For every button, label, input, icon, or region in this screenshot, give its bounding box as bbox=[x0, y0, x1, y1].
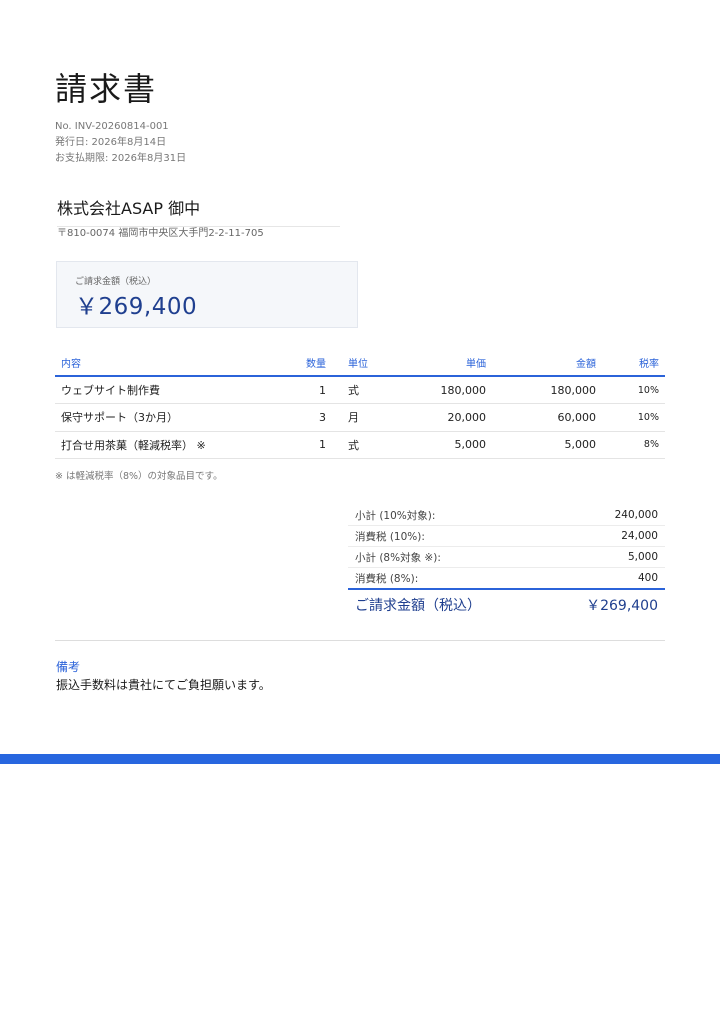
summary-value: 5,000 bbox=[627, 551, 658, 563]
row-quantity: 1 bbox=[290, 431, 332, 459]
summary-label: 消費税 (10%): bbox=[355, 530, 425, 543]
row-amount: 5,000 bbox=[492, 431, 602, 459]
summary-row: 小計 (8%対象 ※): 5,000 bbox=[348, 547, 665, 568]
items-table: 内容 数量 単位 単価 金額 税率 ウェブサイト制作費 1 式 180,000 … bbox=[55, 350, 665, 459]
summary-value: 24,000 bbox=[621, 530, 658, 542]
row-quantity: 3 bbox=[290, 403, 332, 432]
row-description: 打合せ用茶菓（軽減税率） ※ bbox=[55, 431, 290, 459]
summary-row: 小計 (10%対象): 240,000 bbox=[348, 505, 665, 526]
row-unit: 式 bbox=[332, 376, 392, 404]
row-amount: 60,000 bbox=[492, 403, 602, 432]
summary-row: 消費税 (10%): 24,000 bbox=[348, 526, 665, 547]
row-tax-rate: 10% bbox=[602, 403, 665, 432]
row-tax-rate: 8% bbox=[602, 431, 665, 459]
summary-table: 小計 (10%対象): 240,000 消費税 (10%): 24,000 小計… bbox=[348, 505, 665, 619]
row-description: ウェブサイト制作費 bbox=[55, 376, 290, 404]
recipient-name: 株式会社ASAP 御中 bbox=[57, 195, 340, 227]
row-unit-price: 5,000 bbox=[392, 431, 492, 459]
table-row: 保守サポート（3か月） 3 月 20,000 60,000 10% bbox=[55, 403, 665, 432]
row-unit-price: 180,000 bbox=[392, 376, 492, 404]
header-unit-price: 単価 bbox=[392, 350, 492, 377]
header-unit: 単位 bbox=[332, 350, 392, 377]
remarks-label: 備考 bbox=[56, 660, 81, 674]
row-unit-price: 20,000 bbox=[392, 403, 492, 432]
summary-label: 小計 (10%対象): bbox=[355, 509, 436, 522]
recipient-address: 〒810-0074 福岡市中央区大手門2-2-11-705 bbox=[57, 228, 264, 239]
invoice-meta: No. INV-20260814-001 発行日: 2026年8月14日 お支払… bbox=[55, 119, 186, 167]
header-description: 内容 bbox=[55, 350, 290, 377]
summary-row: 消費税 (8%): 400 bbox=[348, 568, 665, 589]
invoice-title: 請求書 bbox=[55, 70, 158, 108]
remarks-text: 振込手数料は貴社にてご負担願います。 bbox=[56, 678, 271, 692]
summary-label: 小計 (8%対象 ※): bbox=[355, 551, 441, 564]
row-quantity: 1 bbox=[290, 376, 332, 404]
summary-total-row: ご請求金額（税込） ￥269,400 bbox=[348, 588, 665, 619]
due-date: お支払期限: 2026年8月31日 bbox=[55, 153, 187, 164]
footer-accent-bar bbox=[0, 754, 720, 764]
header-amount: 金額 bbox=[492, 350, 602, 377]
issue-date: 発行日: 2026年8月14日 bbox=[55, 137, 167, 148]
summary-total-value: ￥269,400 bbox=[586, 597, 658, 614]
row-unit: 月 bbox=[332, 403, 392, 432]
total-amount-label: ご請求金額（税込） bbox=[75, 277, 157, 287]
header-quantity: 数量 bbox=[290, 350, 332, 377]
table-row: ウェブサイト制作費 1 式 180,000 180,000 10% bbox=[55, 376, 665, 404]
reduced-tax-note: ※ は軽減税率（8%）の対象品目です。 bbox=[55, 471, 223, 482]
row-tax-rate: 10% bbox=[602, 376, 665, 404]
summary-value: 240,000 bbox=[614, 509, 658, 521]
total-amount-value: ￥269,400 bbox=[75, 294, 198, 320]
summary-total-label: ご請求金額（税込） bbox=[355, 597, 481, 614]
total-amount-box: ご請求金額（税込） ￥269,400 bbox=[56, 261, 358, 328]
row-amount: 180,000 bbox=[492, 376, 602, 404]
items-table-header: 内容 数量 単位 単価 金額 税率 bbox=[55, 350, 665, 377]
summary-value: 400 bbox=[637, 572, 658, 584]
table-row: 打合せ用茶菓（軽減税率） ※ 1 式 5,000 5,000 8% bbox=[55, 431, 665, 459]
summary-label: 消費税 (8%): bbox=[355, 572, 419, 585]
row-unit: 式 bbox=[332, 431, 392, 459]
invoice-number: No. INV-20260814-001 bbox=[55, 121, 169, 132]
header-tax-rate: 税率 bbox=[602, 350, 665, 377]
section-divider bbox=[55, 640, 665, 641]
row-description: 保守サポート（3か月） bbox=[55, 403, 290, 432]
